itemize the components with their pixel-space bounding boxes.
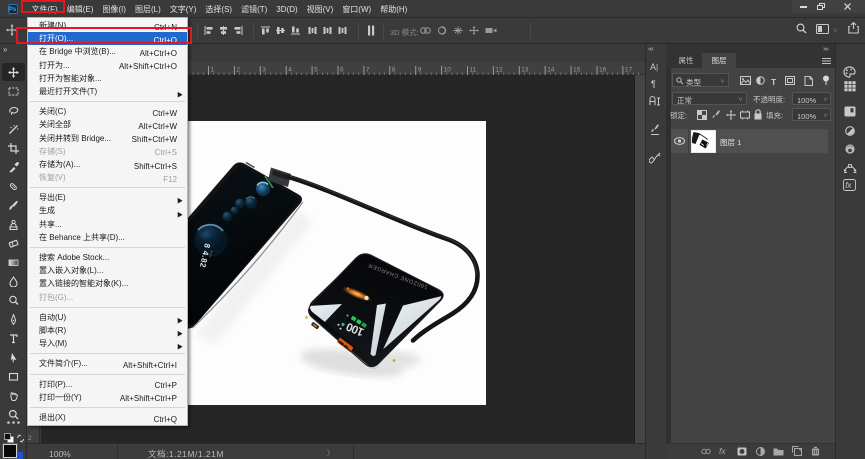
svg-text:12: 12 [495,67,503,74]
svg-text:5: 5 [314,67,318,74]
svg-text:9: 9 [418,67,422,74]
svg-text:7: 7 [366,67,370,74]
svg-text:15: 15 [573,67,581,74]
svg-text:14: 14 [547,67,555,74]
svg-text:11: 11 [470,67,477,74]
svg-text:10: 10 [444,67,452,74]
svg-text:2: 2 [236,67,240,74]
svg-text:1: 1 [211,67,215,74]
svg-text:3: 3 [262,67,266,74]
svg-text:16: 16 [599,67,607,74]
svg-text:17: 17 [625,67,633,74]
svg-text:fx: fx [845,181,852,190]
svg-text:4: 4 [288,67,292,74]
svg-text:6: 6 [340,67,344,74]
svg-text:8: 8 [392,67,396,74]
svg-text:13: 13 [521,67,529,74]
